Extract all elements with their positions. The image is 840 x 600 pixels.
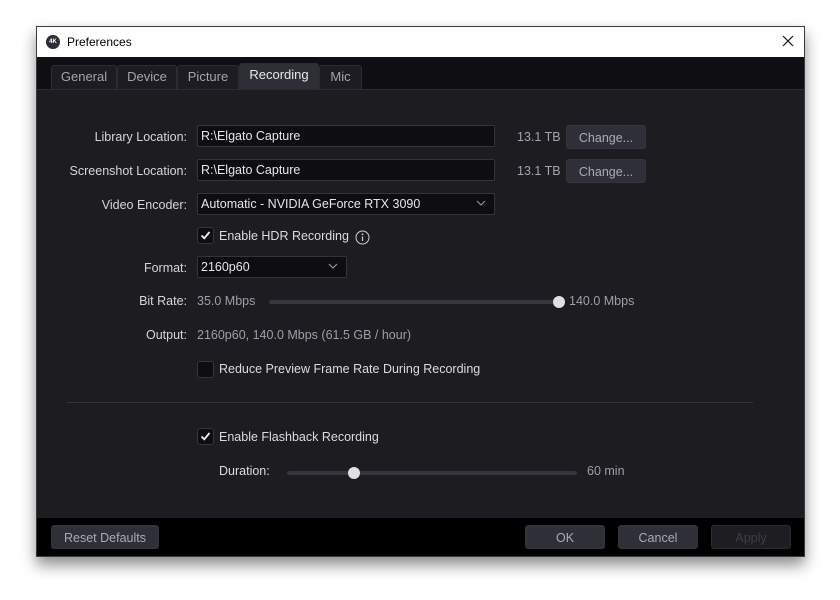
bit-rate-max: 140.0 Mbps xyxy=(569,294,635,308)
library-location-label: Library Location: xyxy=(94,130,187,144)
duration-label: Duration: xyxy=(219,464,270,478)
reduce-preview-label: Reduce Preview Frame Rate During Recordi… xyxy=(219,362,481,376)
video-encoder-label: Video Encoder: xyxy=(101,198,187,212)
tab-picture[interactable]: Picture xyxy=(177,65,239,89)
library-free-space: 13.1 TB xyxy=(517,130,561,144)
tab-device[interactable]: Device xyxy=(117,65,177,89)
duration-value: 60 min xyxy=(587,464,625,478)
screenshot-location-label: Screenshot Location: xyxy=(69,164,187,178)
chevron-down-icon xyxy=(328,263,338,269)
check-icon xyxy=(200,432,211,441)
close-icon[interactable] xyxy=(780,32,796,50)
video-encoder-select[interactable]: Automatic - NVIDIA GeForce RTX 3090 xyxy=(197,193,495,215)
app-logo-icon: 4K xyxy=(46,35,60,49)
duration-slider-track[interactable] xyxy=(287,471,577,475)
screenshot-free-space: 13.1 TB xyxy=(517,164,561,178)
info-icon[interactable] xyxy=(355,230,370,245)
reset-defaults-button[interactable]: Reset Defaults xyxy=(51,525,159,549)
format-label: Format: xyxy=(143,261,187,275)
dialog-footer: Reset Defaults OK Cancel Apply xyxy=(37,518,804,556)
bit-rate-label: Bit Rate: xyxy=(139,294,187,308)
bit-rate-slider-track[interactable] xyxy=(269,300,559,304)
flashback-checkbox[interactable] xyxy=(197,428,214,445)
tab-mic[interactable]: Mic xyxy=(319,65,362,89)
format-select[interactable]: 2160p60 xyxy=(197,256,347,278)
flashback-label: Enable Flashback Recording xyxy=(219,430,379,444)
preferences-window: 4K Preferences General Device Picture Re… xyxy=(36,26,805,557)
tab-recording[interactable]: Recording xyxy=(239,63,319,89)
bit-rate-slider-handle[interactable] xyxy=(553,296,565,308)
hdr-checkbox[interactable] xyxy=(197,227,214,244)
chevron-down-icon xyxy=(476,200,486,206)
cancel-button[interactable]: Cancel xyxy=(618,525,698,549)
screenshot-change-button[interactable]: Change... xyxy=(566,159,646,183)
check-icon xyxy=(200,231,211,240)
output-value: 2160p60, 140.0 Mbps (61.5 GB / hour) xyxy=(197,328,412,342)
tab-general[interactable]: General xyxy=(51,65,117,89)
screenshot-location-field[interactable]: R:\Elgato Capture xyxy=(197,159,495,181)
reduce-preview-checkbox[interactable] xyxy=(197,361,214,378)
library-change-button[interactable]: Change... xyxy=(566,125,646,149)
title-bar: 4K Preferences xyxy=(37,27,804,57)
bit-rate-min: 35.0 Mbps xyxy=(197,294,256,308)
duration-slider-handle[interactable] xyxy=(347,467,360,479)
output-label: Output: xyxy=(146,328,187,342)
hdr-label: Enable HDR Recording xyxy=(219,229,349,243)
library-location-field[interactable]: R:\Elgato Capture xyxy=(197,125,495,147)
apply-button[interactable]: Apply xyxy=(711,525,791,549)
window-title: Preferences xyxy=(67,35,132,49)
section-divider xyxy=(67,402,753,403)
tab-bar: General Device Picture Recording Mic xyxy=(37,57,804,90)
ok-button[interactable]: OK xyxy=(525,525,605,549)
video-encoder-value: Automatic - NVIDIA GeForce RTX 3090 xyxy=(201,197,421,211)
format-value: 2160p60 xyxy=(201,260,250,274)
